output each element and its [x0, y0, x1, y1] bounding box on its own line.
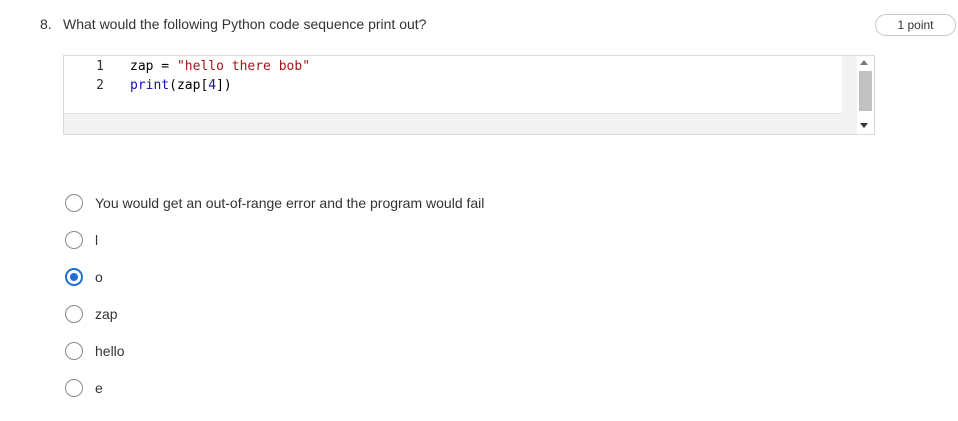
line-number: 1	[96, 59, 104, 74]
code-editor[interactable]: 1 zap = "hello there bob" 2 print(zap[4]…	[64, 56, 842, 114]
radio-button[interactable]	[65, 231, 83, 249]
radio-button-selected[interactable]	[65, 268, 83, 286]
question-number: 8.	[40, 16, 52, 32]
code-viewer[interactable]: 1 zap = "hello there bob" 2 print(zap[4]…	[63, 55, 875, 135]
radio-button[interactable]	[65, 379, 83, 397]
question-text: What would the following Python code seq…	[63, 16, 427, 32]
code-line: 2 print(zap[4])	[64, 76, 232, 95]
code-scrollbar[interactable]	[857, 56, 874, 134]
points-badge: 1 point	[875, 14, 956, 36]
radio-button[interactable]	[65, 342, 83, 360]
answer-option-label[interactable]: You would get an out-of-range error and …	[95, 195, 484, 211]
code-line: 1 zap = "hello there bob"	[64, 57, 310, 76]
code-line-text: zap = "hello there bob"	[130, 59, 311, 74]
scroll-up-arrow-icon[interactable]	[860, 60, 868, 65]
answer-option-label[interactable]: zap	[95, 306, 118, 322]
radio-button[interactable]	[65, 194, 83, 212]
answer-option-label[interactable]: hello	[95, 343, 125, 359]
scroll-thumb[interactable]	[859, 71, 872, 111]
radio-button[interactable]	[65, 305, 83, 323]
answer-option-label[interactable]: l	[95, 232, 98, 248]
line-number: 2	[96, 78, 104, 93]
answer-option-label[interactable]: o	[95, 269, 103, 285]
code-line-text: print(zap[4])	[130, 78, 232, 93]
answer-option-label[interactable]: e	[95, 380, 103, 396]
scroll-down-arrow-icon[interactable]	[860, 123, 868, 128]
